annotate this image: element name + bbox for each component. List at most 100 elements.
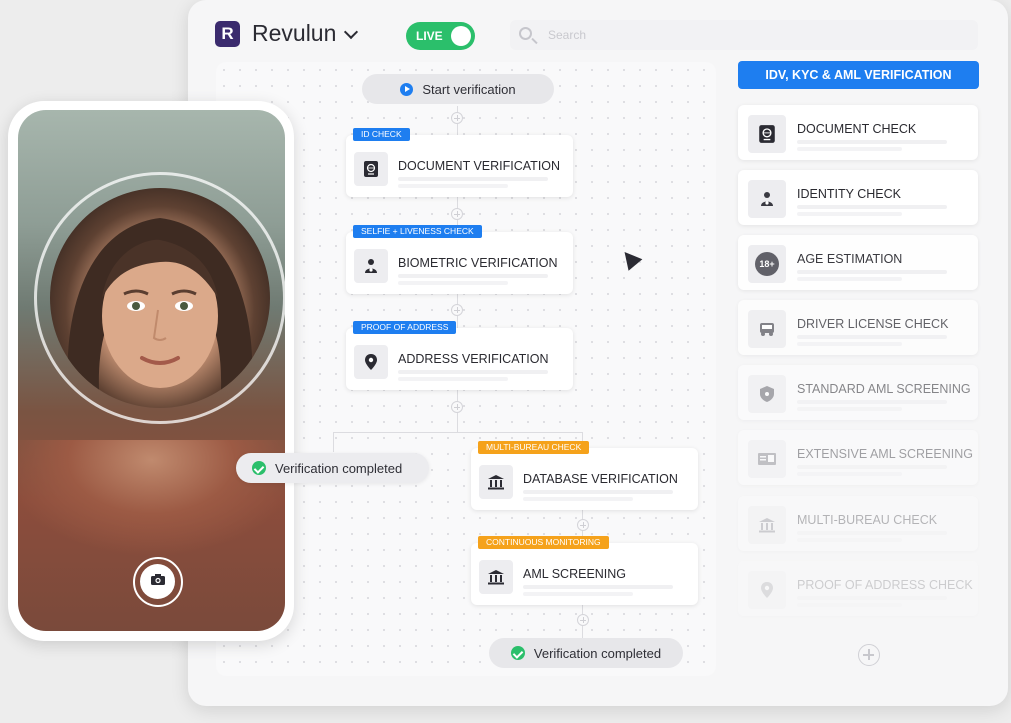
live-toggle-label: LIVE [416,29,443,43]
panel-item-label: EXTENSIVE AML SCREENING [797,447,973,461]
live-toggle[interactable]: LIVE [406,22,475,50]
placeholder-line [797,335,947,339]
placeholder-line [797,342,902,346]
panel-item-age-estimation[interactable]: 18+ AGE ESTIMATION [738,235,978,290]
node-title: DOCUMENT VERIFICATION [398,159,561,173]
camera-icon [150,573,166,591]
flow-node-biometric-verification[interactable]: SELFIE + LIVENESS CHECK BIOMETRIC VERIFI… [346,225,573,294]
add-step-icon[interactable] [451,112,463,124]
placeholder-line [523,592,633,596]
flow-node-document-verification[interactable]: ID CHECK DOCUMENT VERIFICATION [346,128,573,197]
id-card-icon [748,440,786,478]
panel-item-driver-license-check[interactable]: DRIVER LICENSE CHECK [738,300,978,355]
flow-node-address-verification[interactable]: PROOF OF ADDRESS ADDRESS VERIFICATION [346,321,573,390]
shield-icon [748,375,786,413]
passport-icon [748,115,786,153]
add-step-icon[interactable] [451,208,463,220]
add-check-icon[interactable] [858,644,880,666]
play-icon [400,82,414,96]
placeholder-line [797,407,902,411]
search-icon [519,27,532,40]
start-verification-label: Start verification [422,81,516,97]
check-icon [252,461,266,475]
selfie-camera-screen [18,110,285,631]
chevron-down-icon [344,24,359,39]
panel-header: IDV, KYC & AML VERIFICATION [738,61,979,89]
add-step-icon[interactable] [577,519,589,531]
placeholder-line [523,585,673,589]
panel-item-identity-check[interactable]: IDENTITY CHECK [738,170,978,225]
add-step-icon[interactable] [451,304,463,316]
flow-node-aml-screening[interactable]: CONTINUOUS MONITORING AML SCREENING [471,536,698,605]
placeholder-line [797,140,947,144]
node-title: DATABASE VERIFICATION [523,472,678,486]
bank-icon [479,465,513,499]
panel-item-label: DRIVER LICENSE CHECK [797,317,949,331]
node-title: AML SCREENING [523,567,627,581]
add-step-icon[interactable] [451,401,463,413]
placeholder-line [797,603,902,607]
person-icon [748,180,786,218]
age-18-icon: 18+ [748,245,786,283]
placeholder-line [398,184,508,188]
app-name: Revulun [252,20,337,46]
placeholder-line [797,270,947,274]
panel-item-label: AGE ESTIMATION [797,252,903,266]
placeholder-line [523,497,633,501]
placeholder-line [797,400,947,404]
panel-item-multi-bureau-check[interactable]: MULTI-BUREAU CHECK [738,496,978,551]
check-icon [510,646,525,660]
placeholder-line [797,531,947,535]
toggle-knob [451,26,471,46]
passport-icon [354,152,388,186]
panel-item-label: MULTI-BUREAU CHECK [797,513,938,527]
add-step-icon[interactable] [577,614,589,626]
placeholder-line [797,472,902,476]
node-tag: PROOF OF ADDRESS [353,321,457,334]
panel-item-label: STANDARD AML SCREENING [797,382,971,396]
node-tag: SELFIE + LIVENESS CHECK [353,225,482,238]
app-window: R Revulun LIVE Start verification ID CHE… [188,0,1008,706]
verification-completed-toast: Verification completed [236,453,429,483]
verification-completed-pill: Verification completed [489,638,683,668]
panel-item-extensive-aml-screening[interactable]: EXTENSIVE AML SCREENING [738,430,978,485]
node-tag: CONTINUOUS MONITORING [478,536,609,549]
placeholder-line [797,212,902,216]
face-scan-frame [34,172,285,424]
node-tag: ID CHECK [353,128,410,141]
workspace-switcher[interactable]: R Revulun [215,20,359,47]
placeholder-line [797,147,902,151]
placeholder-line [398,281,508,285]
panel-item-label: DOCUMENT CHECK [797,122,917,136]
flow-connector [333,432,334,452]
app-logo: R [215,20,240,47]
search-input[interactable] [548,26,948,44]
location-pin-icon [748,571,786,609]
node-tag: MULTI-BUREAU CHECK [478,441,590,454]
capture-button[interactable] [133,557,183,607]
car-icon [748,310,786,348]
panel-item-label: PROOF OF ADDRESS CHECK [797,578,973,592]
node-title: ADDRESS VERIFICATION [398,352,549,366]
start-verification-pill[interactable]: Start verification [362,74,554,104]
panel-item-proof-of-address-check[interactable]: PROOF OF ADDRESS CHECK [738,561,978,616]
flow-branch-connector [333,432,583,433]
age-badge: 18+ [755,252,779,276]
placeholder-line [797,465,947,469]
placeholder-line [797,277,902,281]
search-bar [510,20,978,50]
location-pin-icon [354,345,388,379]
placeholder-line [797,596,947,600]
toast-label: Verification completed [275,460,403,476]
placeholder-line [398,377,508,381]
person-icon [354,249,388,283]
panel-item-document-check[interactable]: DOCUMENT CHECK [738,105,978,160]
placeholder-line [797,205,947,209]
panel-item-standard-aml-screening[interactable]: STANDARD AML SCREENING [738,365,978,420]
placeholder-line [398,370,548,374]
node-title: BIOMETRIC VERIFICATION [398,256,558,270]
flow-node-database-verification[interactable]: MULTI-BUREAU CHECK DATABASE VERIFICATION [471,441,698,510]
placeholder-line [797,538,902,542]
verification-completed-label: Verification completed [533,645,662,661]
placeholder-line [398,274,548,278]
